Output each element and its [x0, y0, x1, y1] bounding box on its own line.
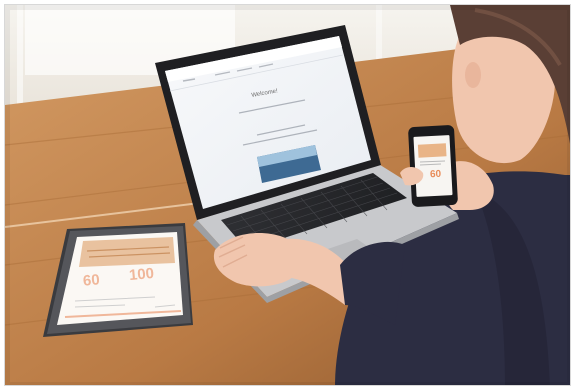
smartphone-image [417, 143, 447, 158]
tablet-header-image [79, 237, 175, 267]
tablet-number-2: 100 [128, 264, 155, 285]
photo-scene [5, 5, 570, 385]
tablet-number-1: 60 [82, 271, 101, 290]
scene-illustration [5, 5, 570, 385]
photo-frame: Welcome! 60 100 60 [4, 4, 571, 386]
person-ear [465, 62, 481, 88]
phone-number: 60 [429, 168, 442, 181]
